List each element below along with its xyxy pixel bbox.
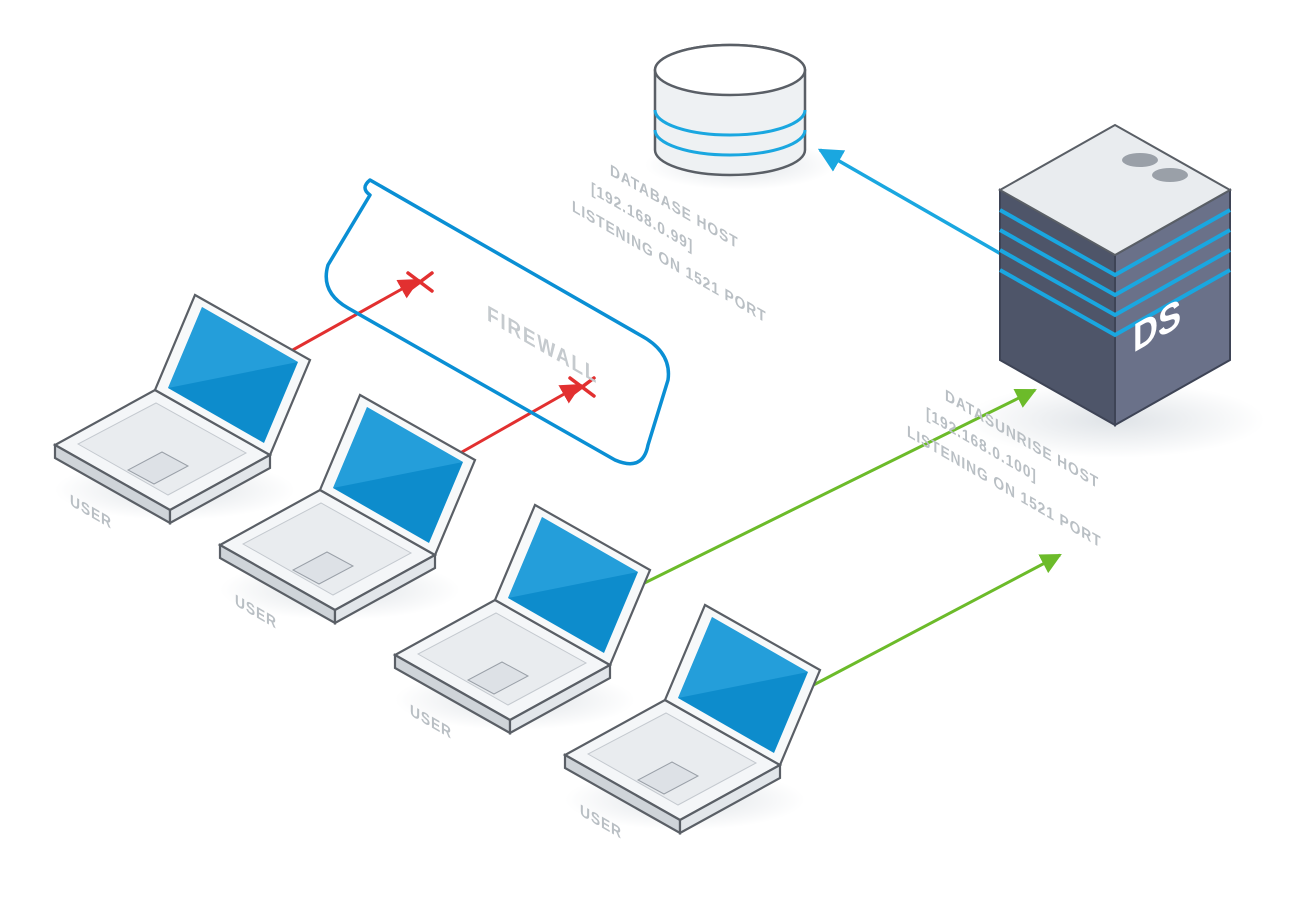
db-host-line3: LISTENING ON 1521 PORT <box>572 198 766 327</box>
database-icon <box>655 45 805 175</box>
firewall-label: FIREWALL <box>487 300 598 389</box>
server-icon: DS <box>1000 125 1230 425</box>
connection-user3-to-server <box>610 390 1035 600</box>
connection-user4-to-server <box>785 555 1060 700</box>
